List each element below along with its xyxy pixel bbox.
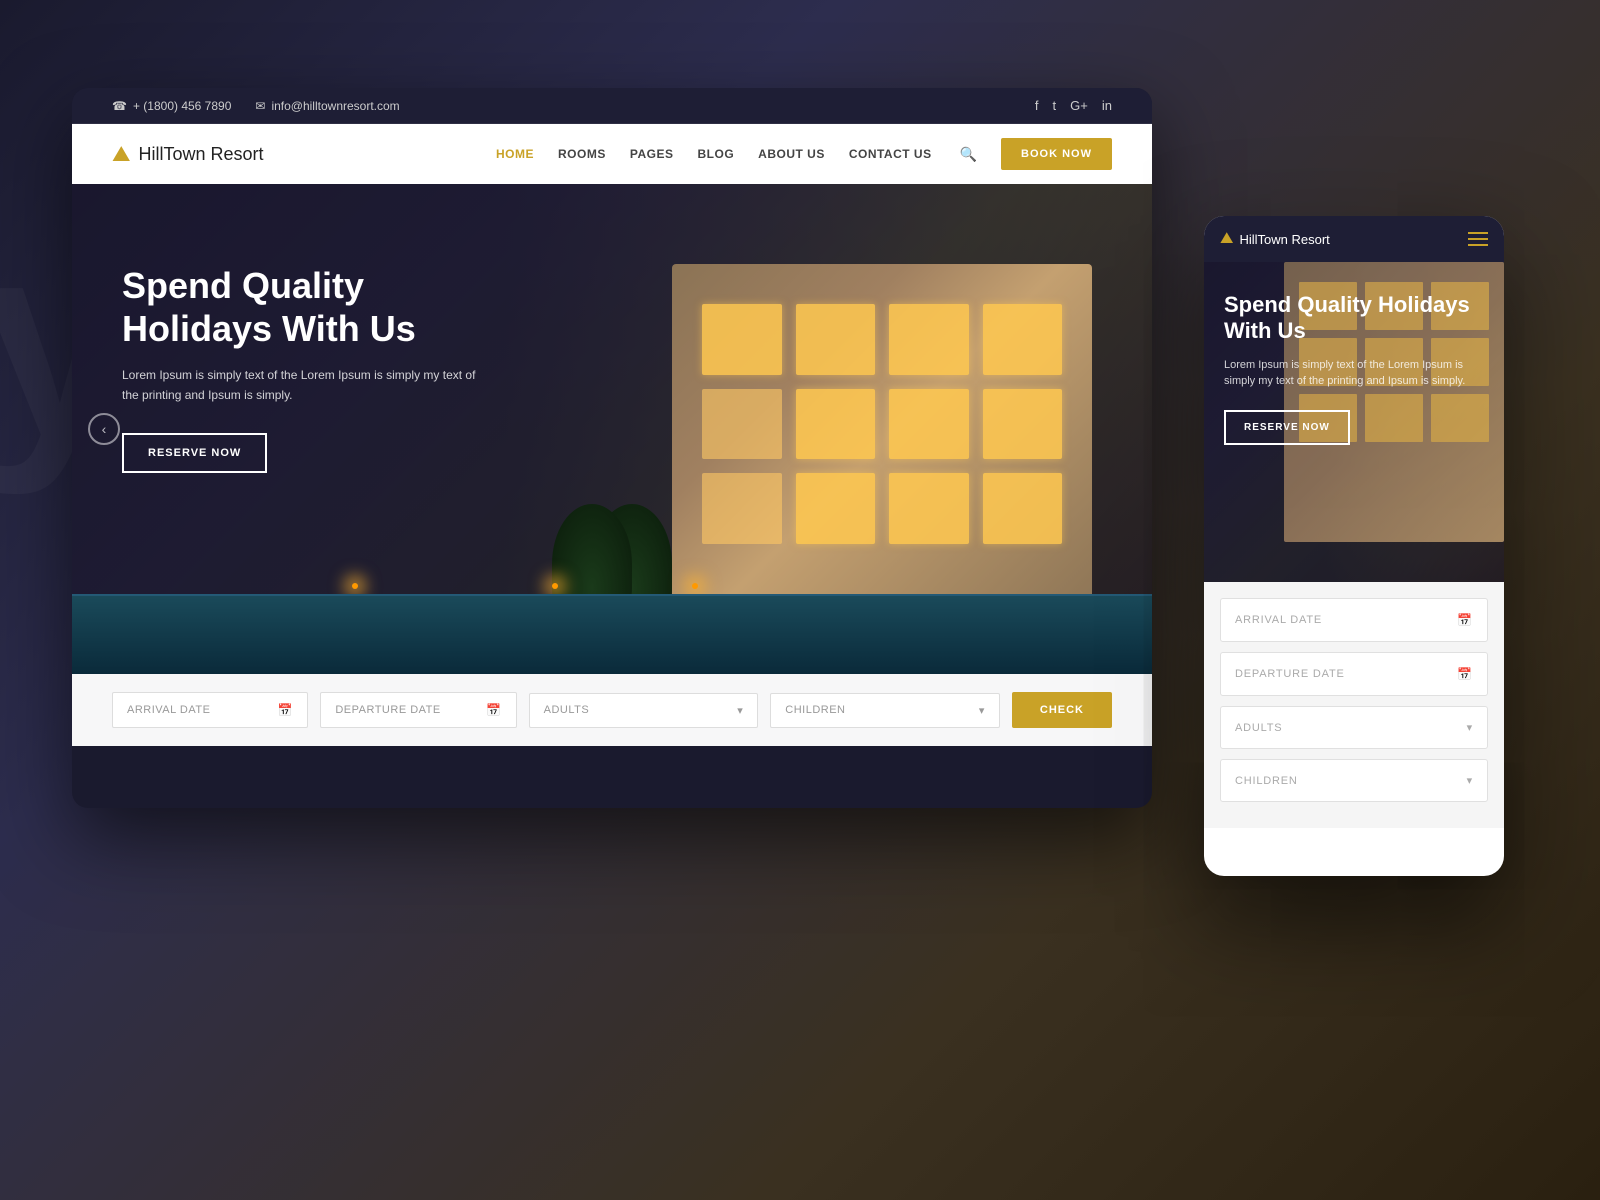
window	[983, 473, 1063, 544]
mobile-arrival-label: ARRIVAL DATE	[1235, 614, 1322, 626]
mobile-departure-label: DEPARTURE DATE	[1235, 668, 1345, 680]
mobile-calendar-icon: 📅	[1457, 613, 1473, 627]
nav-about[interactable]: ABOUT US	[758, 147, 825, 161]
ground-light-2	[552, 583, 558, 589]
mobile-adults-select[interactable]: ADULTS ▾	[1220, 706, 1488, 749]
mobile-chevron-down-icon-2: ▾	[1467, 774, 1473, 787]
top-bar-left: ☎ + (1800) 456 7890 ✉ info@hilltownresor…	[112, 99, 400, 113]
mobile-logo-suffix: Resort	[1288, 232, 1330, 247]
hamburger-menu[interactable]	[1468, 232, 1488, 246]
mobile-reserve-button[interactable]: RESERVE NOW	[1224, 410, 1350, 445]
window	[983, 389, 1063, 460]
logo-icon: ⛰	[112, 141, 130, 167]
ground-light-1	[352, 583, 358, 589]
calendar-icon-2: 📅	[486, 703, 501, 717]
book-now-button[interactable]: BOOK NOW	[1001, 138, 1112, 170]
window	[702, 304, 782, 375]
window	[796, 304, 876, 375]
mobile-mockup: ⛰ HillTown Resort	[1204, 216, 1504, 876]
top-bar: ☎ + (1800) 456 7890 ✉ info@hilltownresor…	[72, 88, 1152, 124]
search-icon[interactable]: 🔍	[960, 146, 977, 163]
chevron-down-icon: ▾	[737, 704, 743, 717]
mobile-adults-label: ADULTS	[1235, 722, 1282, 734]
phone-number: + (1800) 456 7890	[133, 99, 231, 113]
arrival-date-field[interactable]: ARRIVAL DATE 📅	[112, 692, 308, 728]
logo-suffix: Resort	[206, 144, 264, 164]
logo-text: HillTown Resort	[138, 144, 263, 165]
mobile-hero-description: Lorem Ipsum is simply text of the Lorem …	[1224, 357, 1484, 390]
slider-prev-button[interactable]: ‹	[88, 413, 120, 445]
facebook-icon[interactable]: f	[1035, 98, 1039, 113]
ham-line-3	[1468, 244, 1488, 246]
mobile-booking-form: ARRIVAL DATE 📅 DEPARTURE DATE 📅 ADULTS ▾…	[1204, 582, 1504, 828]
logo-brand: HillTown	[138, 144, 205, 164]
window	[889, 389, 969, 460]
mobile-children-select[interactable]: CHILDREN ▾	[1220, 759, 1488, 802]
hero-title: Spend Quality Holidays With Us	[122, 264, 502, 350]
departure-date-field[interactable]: DEPARTURE DATE 📅	[320, 692, 516, 728]
adults-select[interactable]: ADULTS ▾	[529, 693, 759, 728]
mobile-logo-icon: ⛰	[1220, 230, 1233, 248]
twitter-icon[interactable]: t	[1053, 98, 1057, 113]
googleplus-icon[interactable]: G+	[1070, 98, 1088, 113]
mobile-arrival-field[interactable]: ARRIVAL DATE 📅	[1220, 598, 1488, 642]
ham-line-2	[1468, 238, 1488, 240]
linkedin-icon[interactable]: in	[1102, 98, 1112, 113]
arrival-date-label: ARRIVAL DATE	[127, 704, 210, 716]
desktop-mockup: ☎ + (1800) 456 7890 ✉ info@hilltownresor…	[72, 88, 1152, 808]
mobile-hero-content: Spend Quality Holidays With Us Lorem Ips…	[1224, 292, 1484, 445]
phone-info: ☎ + (1800) 456 7890	[112, 99, 231, 113]
hero-content: Spend Quality Holidays With Us Lorem Ips…	[122, 264, 502, 473]
pool	[72, 594, 1152, 674]
reserve-now-button[interactable]: RESERVE NOW	[122, 433, 267, 473]
nav-bar: ⛰ HillTown Resort HOME ROOMS PAGES BLOG …	[72, 124, 1152, 184]
window	[983, 304, 1063, 375]
nav-contact[interactable]: CONTACT US	[849, 147, 932, 161]
hero-building	[592, 204, 1092, 624]
mobile-children-label: CHILDREN	[1235, 775, 1298, 787]
nav-blog[interactable]: BLOG	[697, 147, 734, 161]
social-icons: f t G+ in	[1035, 98, 1112, 113]
nav-home[interactable]: HOME	[496, 147, 534, 161]
mobile-nav: ⛰ HillTown Resort	[1204, 216, 1504, 262]
building	[672, 264, 1092, 624]
window	[796, 473, 876, 544]
window	[702, 389, 782, 460]
hero-section: Spend Quality Holidays With Us Lorem Ips…	[72, 184, 1152, 674]
ground-light-3	[692, 583, 698, 589]
mobile-hero-title: Spend Quality Holidays With Us	[1224, 292, 1484, 345]
adults-label: ADULTS	[544, 704, 590, 716]
building-windows	[702, 304, 1062, 544]
nav-links: HOME ROOMS PAGES BLOG ABOUT US CONTACT U…	[496, 138, 1112, 170]
window	[702, 473, 782, 544]
mobile-chevron-down-icon: ▾	[1467, 721, 1473, 734]
hero-description: Lorem Ipsum is simply text of the Lorem …	[122, 366, 482, 404]
children-label: CHILDREN	[785, 704, 845, 716]
calendar-icon: 📅	[278, 703, 293, 717]
mobile-departure-field[interactable]: DEPARTURE DATE 📅	[1220, 652, 1488, 696]
mobile-logo-brand: HillTown	[1239, 232, 1287, 247]
email-address: info@hilltownresort.com	[271, 99, 399, 113]
check-button[interactable]: CHECK	[1012, 692, 1112, 728]
ham-line-1	[1468, 232, 1488, 234]
nav-pages[interactable]: PAGES	[630, 147, 674, 161]
window	[889, 473, 969, 544]
window	[796, 389, 876, 460]
email-icon: ✉	[255, 99, 265, 113]
chevron-down-icon-2: ▾	[979, 704, 985, 717]
mobile-logo: ⛰ HillTown Resort	[1220, 230, 1330, 248]
mobile-hero: Spend Quality Holidays With Us Lorem Ips…	[1204, 262, 1504, 582]
logo: ⛰ HillTown Resort	[112, 141, 264, 167]
booking-bar: ARRIVAL DATE 📅 DEPARTURE DATE 📅 ADULTS ▾…	[72, 674, 1152, 746]
mobile-calendar-icon-2: 📅	[1457, 667, 1473, 681]
mobile-logo-text: HillTown Resort	[1239, 232, 1329, 247]
phone-icon: ☎	[112, 99, 127, 113]
email-info: ✉ info@hilltownresort.com	[255, 99, 399, 113]
window	[889, 304, 969, 375]
nav-rooms[interactable]: ROOMS	[558, 147, 606, 161]
children-select[interactable]: CHILDREN ▾	[770, 693, 1000, 728]
departure-date-label: DEPARTURE DATE	[335, 704, 440, 716]
main-container: ☎ + (1800) 456 7890 ✉ info@hilltownresor…	[0, 0, 1600, 1200]
